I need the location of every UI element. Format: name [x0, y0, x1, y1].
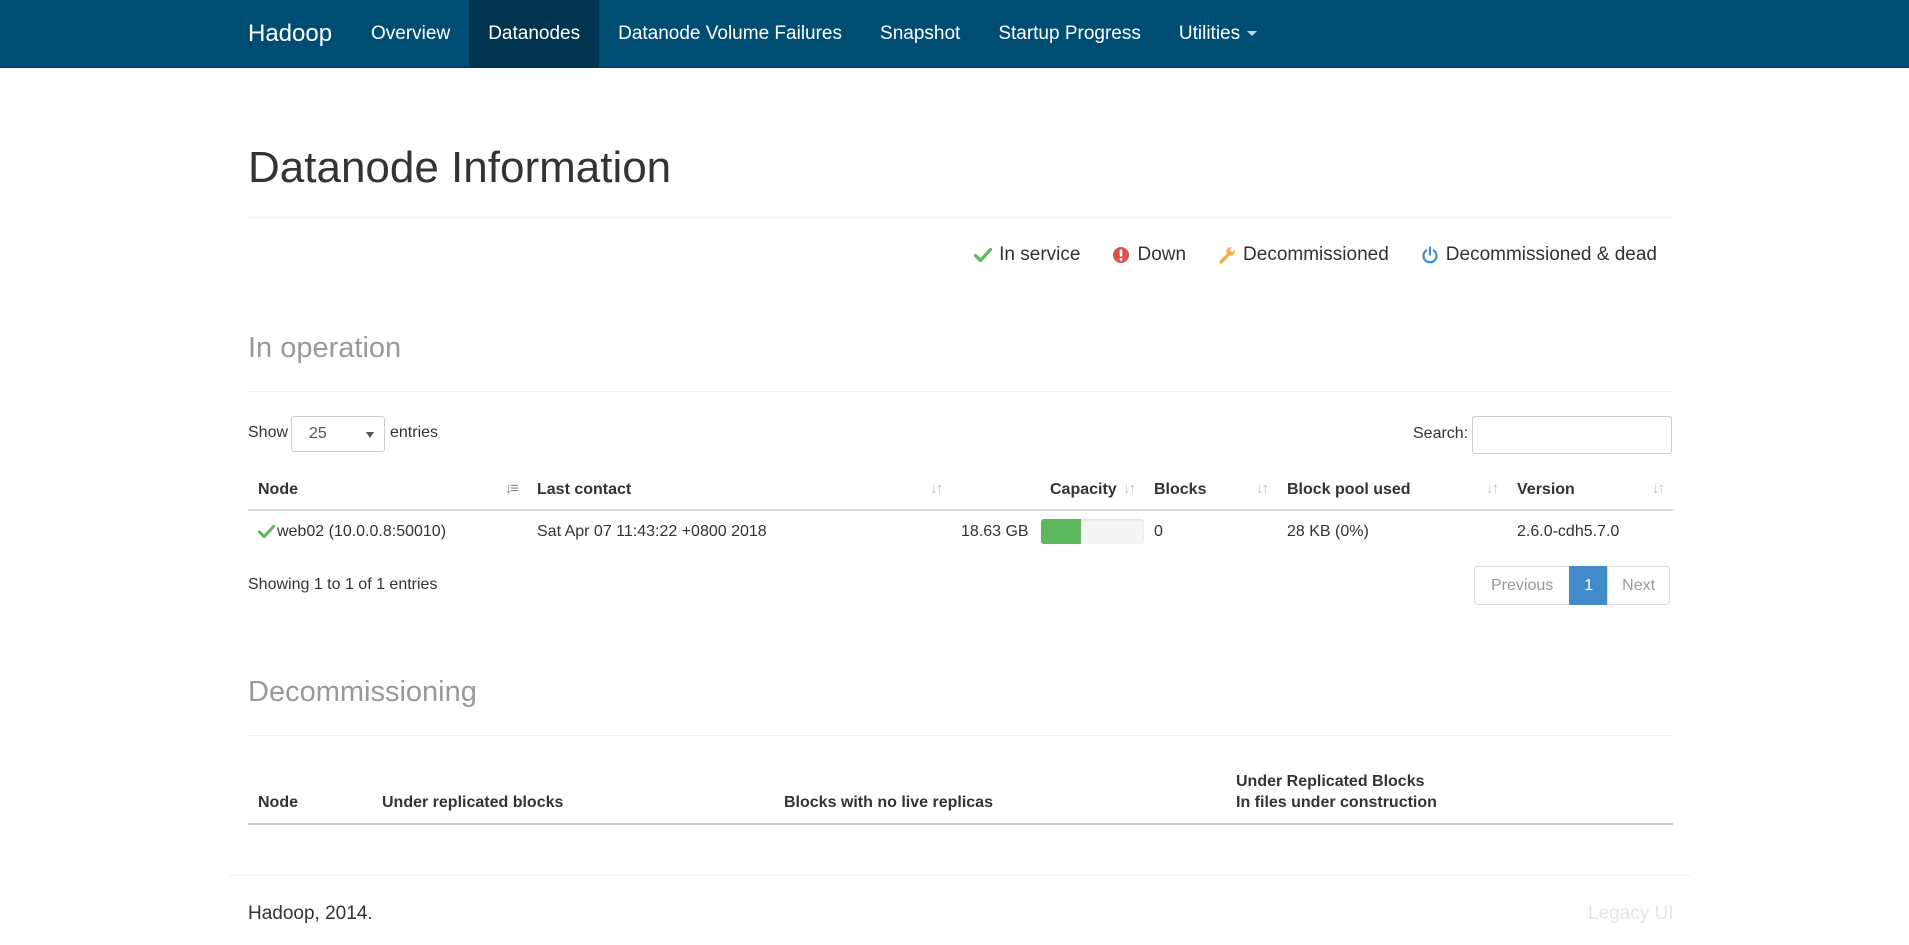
decommissioning-table: Node Under replicated blocks Blocks with…: [248, 758, 1673, 825]
legend-in-service: In service: [974, 244, 1080, 266]
search-input[interactable]: [1472, 416, 1672, 454]
show-label: Show: [248, 424, 289, 441]
column-header-version[interactable]: Version ↓↑: [1507, 470, 1673, 511]
column-header-last-contact[interactable]: Last contact ↓↑: [527, 470, 951, 511]
nav-utilities-dropdown[interactable]: Utilities: [1160, 0, 1276, 68]
section-heading-decommissioning: Decommissioning: [248, 676, 477, 708]
datanodes-table: Node ↓≡ Last contact ↓↑ Capacity ↓↑ Blocks ↓…: [248, 470, 1673, 552]
capacity-progress-fill: [1040, 519, 1081, 544]
column-header-under-replicated-blocks: Under replicated blocks: [372, 758, 774, 825]
column-header-under-replicated-in-construction: Under Replicated Blocks In files under c…: [1226, 758, 1673, 825]
footer-divider: [230, 875, 1690, 876]
sort-icon: ↓↑: [930, 480, 943, 497]
sort-icon: ↓↑: [1256, 480, 1269, 497]
page-title: Datanode Information: [248, 143, 672, 192]
capacity-progress-bar: [1040, 519, 1144, 544]
exclamation-circle-icon: [1113, 247, 1130, 263]
node-cell: web02 (10.0.0.8:50010): [248, 509, 527, 552]
divider: [248, 391, 1673, 392]
entries-label: entries: [390, 424, 439, 441]
nav-datanode-volume-failures[interactable]: Datanode Volume Failures: [599, 0, 861, 68]
legend-label: In service: [999, 244, 1081, 265]
table-info: Showing 1 to 1 of 1 entries: [248, 576, 438, 593]
block-pool-used-cell: 28 KB (0%): [1277, 509, 1507, 552]
page-size-value: 25: [309, 425, 327, 442]
nav-overview[interactable]: Overview: [352, 0, 469, 68]
sort-icon: ↓↑: [1486, 480, 1499, 497]
version-cell: 2.6.0-cdh5.7.0: [1507, 509, 1673, 552]
section-heading-in-operation: In operation: [248, 332, 402, 364]
wrench-icon: [1219, 247, 1235, 264]
nav-datanodes[interactable]: Datanodes: [469, 0, 600, 68]
header-line: In files under construction: [1236, 794, 1437, 811]
divider: [248, 735, 1673, 736]
legend-down: Down: [1112, 244, 1186, 266]
nav-utilities-label: Utilities: [1178, 23, 1241, 44]
brand-link[interactable]: Hadoop: [248, 0, 332, 68]
legend-label: Down: [1137, 244, 1187, 265]
legend-label: Decommissioned & dead: [1445, 244, 1657, 265]
page-size-select[interactable]: 25: [291, 416, 385, 452]
sort-icon: ↓↑: [1652, 480, 1665, 497]
node-name: web02 (10.0.0.8:50010): [277, 522, 447, 540]
capacity-value: 18.63 GB: [961, 522, 1029, 540]
footer-text: Hadoop, 2014.: [248, 903, 373, 924]
navbar: Hadoop Overview Datanodes Datanode Volum…: [0, 0, 1909, 68]
divider: [248, 217, 1673, 218]
power-off-icon: [1422, 246, 1438, 264]
nav-menu: Overview Datanodes Datanode Volume Failu…: [352, 0, 1276, 68]
legacy-ui-link[interactable]: Legacy UI: [1588, 903, 1674, 925]
legend-label: Decommissioned: [1243, 244, 1389, 265]
chevron-down-icon: [366, 432, 374, 438]
nav-snapshot[interactable]: Snapshot: [861, 0, 979, 68]
page-1-button[interactable]: 1: [1569, 566, 1609, 605]
pagination: Previous 1 Next: [1474, 566, 1671, 605]
previous-page-button[interactable]: Previous: [1474, 566, 1571, 605]
next-page-button[interactable]: Next: [1607, 566, 1671, 605]
caret-down-icon: [1247, 31, 1258, 37]
column-header-block-pool-used[interactable]: Block pool used ↓↑: [1277, 470, 1507, 511]
check-icon: [258, 524, 275, 539]
legend-decommissioned-dead: Decommissioned & dead: [1421, 244, 1657, 266]
status-legend: In service Down Decommissioned Decommiss…: [942, 240, 1657, 270]
legend-decommissioned: Decommissioned: [1218, 244, 1389, 266]
table-row: web02 (10.0.0.8:50010) Sat Apr 07 11:43:…: [248, 509, 1673, 552]
last-contact-cell: Sat Apr 07 11:43:22 +0800 2018: [527, 509, 951, 552]
column-header-blocks[interactable]: Blocks ↓↑: [1144, 470, 1277, 511]
check-icon: [974, 247, 993, 263]
nav-startup-progress[interactable]: Startup Progress: [979, 0, 1160, 68]
sort-ascending-icon: ↓≡: [504, 480, 519, 497]
sort-icon: ↓↑: [1123, 480, 1136, 497]
search-label: Search:: [1413, 425, 1469, 442]
column-header-blocks-no-live-replicas: Blocks with no live replicas: [774, 758, 1226, 825]
column-header-node: Node: [248, 758, 372, 825]
column-header-node[interactable]: Node ↓≡: [248, 470, 527, 511]
capacity-cell: 18.63 GB: [951, 509, 1144, 552]
blocks-cell: 0: [1144, 509, 1277, 552]
column-header-capacity[interactable]: Capacity ↓↑: [951, 470, 1144, 511]
header-line: Under Replicated Blocks: [1236, 773, 1425, 790]
